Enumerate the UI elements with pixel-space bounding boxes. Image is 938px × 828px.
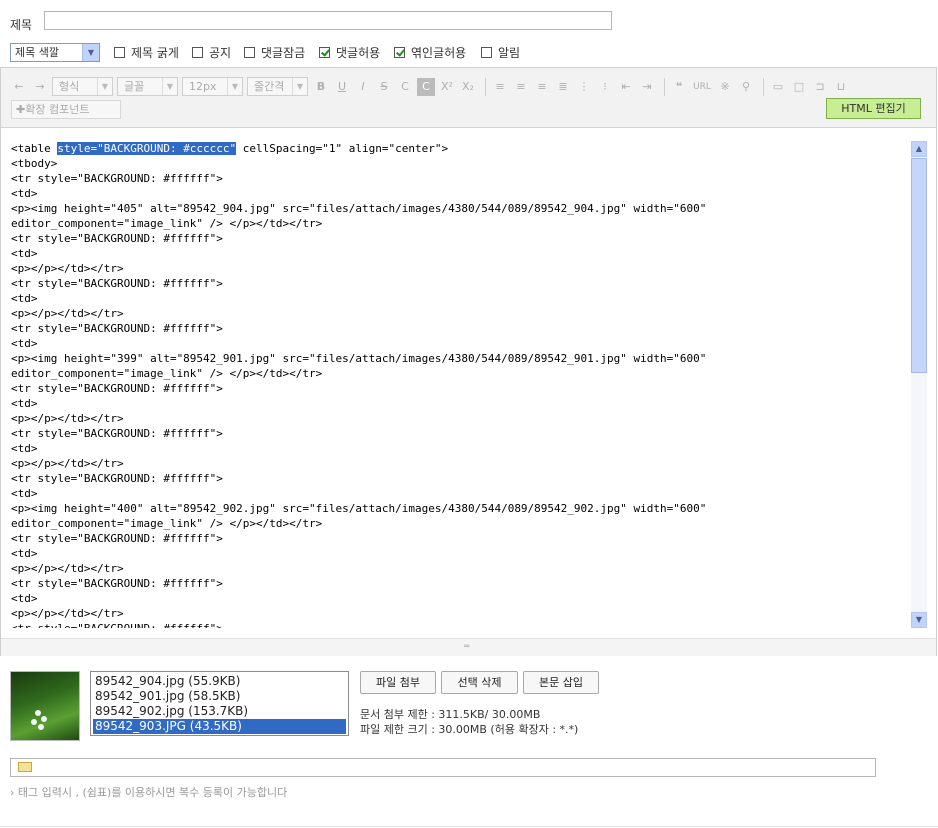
insert-into-body-button[interactable]: 본문 삽입 xyxy=(523,671,599,694)
tag-icon xyxy=(18,762,32,772)
code-text: cellSpacing="1" align="center"> xyxy=(236,142,449,155)
align-right-icon[interactable]: ≡ xyxy=(533,78,551,96)
format-select-label: 형식 xyxy=(59,80,80,93)
title-input[interactable] xyxy=(44,11,612,30)
font-select-label: 글꼴 xyxy=(124,80,145,93)
divider xyxy=(0,826,938,827)
ordered-list-icon[interactable]: ⋮ xyxy=(575,78,593,96)
table-icon[interactable]: ▭ xyxy=(769,78,787,96)
attachment-file-list[interactable]: 89542_904.jpg (55.9KB) 89542_901.jpg (58… xyxy=(90,671,349,736)
option-label: 공지 xyxy=(209,46,232,60)
checkbox-lock-comments[interactable] xyxy=(244,47,255,58)
chevron-down-icon: ▼ xyxy=(97,78,112,95)
bold-icon[interactable]: B xyxy=(312,78,330,96)
chevron-down-icon: ▼ xyxy=(82,44,99,61)
format-select[interactable]: 형식 ▼ xyxy=(52,77,113,96)
title-color-select[interactable]: 제목 색깔 ▼ xyxy=(10,43,100,62)
outdent-icon[interactable]: ⇤ xyxy=(617,78,635,96)
superscript-icon[interactable]: X² xyxy=(438,78,456,96)
option-notify[interactable]: 알림 xyxy=(481,45,520,60)
align-left-icon[interactable]: ≡ xyxy=(491,78,509,96)
option-allow-comments[interactable]: 댓글허용 xyxy=(319,45,380,60)
resize-grip-icon: ═ xyxy=(464,642,470,652)
line-height-select[interactable]: 줄간격 ▼ xyxy=(247,77,308,96)
checkbox-notice[interactable] xyxy=(192,47,203,58)
code-text: <tbody> <tr style="BACKGROUND: #ffffff">… xyxy=(11,157,707,628)
font-select[interactable]: 글꼴 ▼ xyxy=(117,77,178,96)
title-label: 제목 xyxy=(10,18,33,32)
strikethrough-icon[interactable]: S xyxy=(375,78,393,96)
scroll-up-icon[interactable]: ▲ xyxy=(911,141,927,157)
toolbar-divider xyxy=(485,77,486,96)
checkbox-notify[interactable] xyxy=(481,47,492,58)
file-list-item[interactable]: 89542_901.jpg (58.5KB) xyxy=(93,689,346,704)
html-editor-button[interactable]: HTML 편집기 xyxy=(826,98,921,119)
option-notice[interactable]: 공지 xyxy=(192,45,231,60)
selected-code-text: style="BACKGROUND: #cccccc" xyxy=(57,142,237,155)
attachment-preview-image xyxy=(10,671,80,741)
option-bold-title[interactable]: 제목 굵게 xyxy=(114,45,179,60)
editor-resize-handle[interactable]: ═ xyxy=(1,638,936,656)
checkbox-allow-trackbacks[interactable] xyxy=(394,47,405,58)
title-color-select-label: 제목 색깔 xyxy=(15,46,59,59)
file-list-item[interactable]: 89542_904.jpg (55.9KB) xyxy=(93,674,346,689)
chevron-down-icon: ▼ xyxy=(227,78,242,95)
chevron-down-icon: ▼ xyxy=(292,78,307,95)
unordered-list-icon[interactable]: ⁝ xyxy=(596,78,614,96)
option-label: 댓글잠금 xyxy=(261,46,306,60)
tag-help-label: 태그 입력시 , (쉼표)를 이용하시면 복수 등록이 가능합니다 xyxy=(17,786,288,799)
italic-icon[interactable]: I xyxy=(354,78,372,96)
attach-file-button[interactable]: 파일 첨부 xyxy=(360,671,436,694)
toolbar-divider xyxy=(664,77,665,96)
special-char-icon[interactable]: ※ xyxy=(716,78,734,96)
scroll-down-icon[interactable]: ▼ xyxy=(911,612,927,628)
line-height-select-label: 줄간격 xyxy=(254,80,285,93)
option-label: 제목 굵게 xyxy=(131,46,179,60)
scrollbar-thumb[interactable] xyxy=(911,158,927,373)
extension-component-button[interactable]: ✚확장 컴포넌트 xyxy=(11,100,121,119)
align-justify-icon[interactable]: ≣ xyxy=(554,78,572,96)
option-lock-comments[interactable]: 댓글잠금 xyxy=(244,45,305,60)
extension-component-label: 확장 컴포넌트 xyxy=(25,103,90,116)
column-icon[interactable]: ⊐ xyxy=(811,78,829,96)
option-allow-trackbacks[interactable]: 엮인글허용 xyxy=(394,45,466,60)
option-label: 엮인글허용 xyxy=(411,46,467,60)
link-url-button[interactable]: URL xyxy=(691,78,713,96)
quote-icon[interactable]: ❝ xyxy=(670,78,688,96)
plus-icon: ✚ xyxy=(16,103,26,116)
row-icon[interactable]: ⊔ xyxy=(832,78,850,96)
tag-help-text: › 태그 입력시 , (쉼표)를 이용하시면 복수 등록이 가능합니다 xyxy=(10,786,288,799)
font-size-select-label: 12px xyxy=(189,80,217,93)
checkbox-allow-comments[interactable] xyxy=(319,47,330,58)
file-size-limit: 파일 제한 크기 : 30.00MB (허용 확장자 : *.*) xyxy=(360,723,579,736)
find-icon[interactable]: ⚲ xyxy=(737,78,755,96)
subscript-icon[interactable]: X₂ xyxy=(459,78,477,96)
document-attachment-limit: 문서 첨부 제한 : 311.5KB/ 30.00MB xyxy=(360,708,541,721)
font-color-icon[interactable]: C xyxy=(396,78,414,96)
code-text: <table xyxy=(11,142,58,155)
editor-scrollbar[interactable]: ▲ ▼ xyxy=(911,141,927,628)
indent-icon[interactable]: ⇥ xyxy=(638,78,656,96)
file-list-item-selected[interactable]: 89542_903.JPG (43.5KB) xyxy=(93,719,346,734)
chevron-down-icon: ▼ xyxy=(162,78,177,95)
redo-icon[interactable]: → xyxy=(31,78,49,96)
delete-selected-button[interactable]: 선택 삭제 xyxy=(441,671,518,694)
checkbox-bold-title[interactable] xyxy=(114,47,125,58)
font-size-select[interactable]: 12px ▼ xyxy=(182,77,243,96)
editor-toolbar: ← → 형식 ▼ 글꼴 ▼ 12px ▼ 줄간격 ▼ B U I S C C X² X₂… xyxy=(1,68,936,128)
undo-icon[interactable]: ← xyxy=(10,78,28,96)
html-source-textarea[interactable]: <table style="BACKGROUND: #cccccc" cellS… xyxy=(11,141,906,628)
tag-input[interactable] xyxy=(10,758,876,777)
option-label: 댓글허용 xyxy=(336,46,381,60)
underline-icon[interactable]: U xyxy=(333,78,351,96)
align-center-icon[interactable]: ≡ xyxy=(512,78,530,96)
option-label: 알림 xyxy=(498,46,521,60)
toolbar-divider xyxy=(763,77,764,96)
box-icon[interactable]: □ xyxy=(790,78,808,96)
file-list-item[interactable]: 89542_902.jpg (153.7KB) xyxy=(93,704,346,719)
background-color-icon[interactable]: C xyxy=(417,77,435,96)
